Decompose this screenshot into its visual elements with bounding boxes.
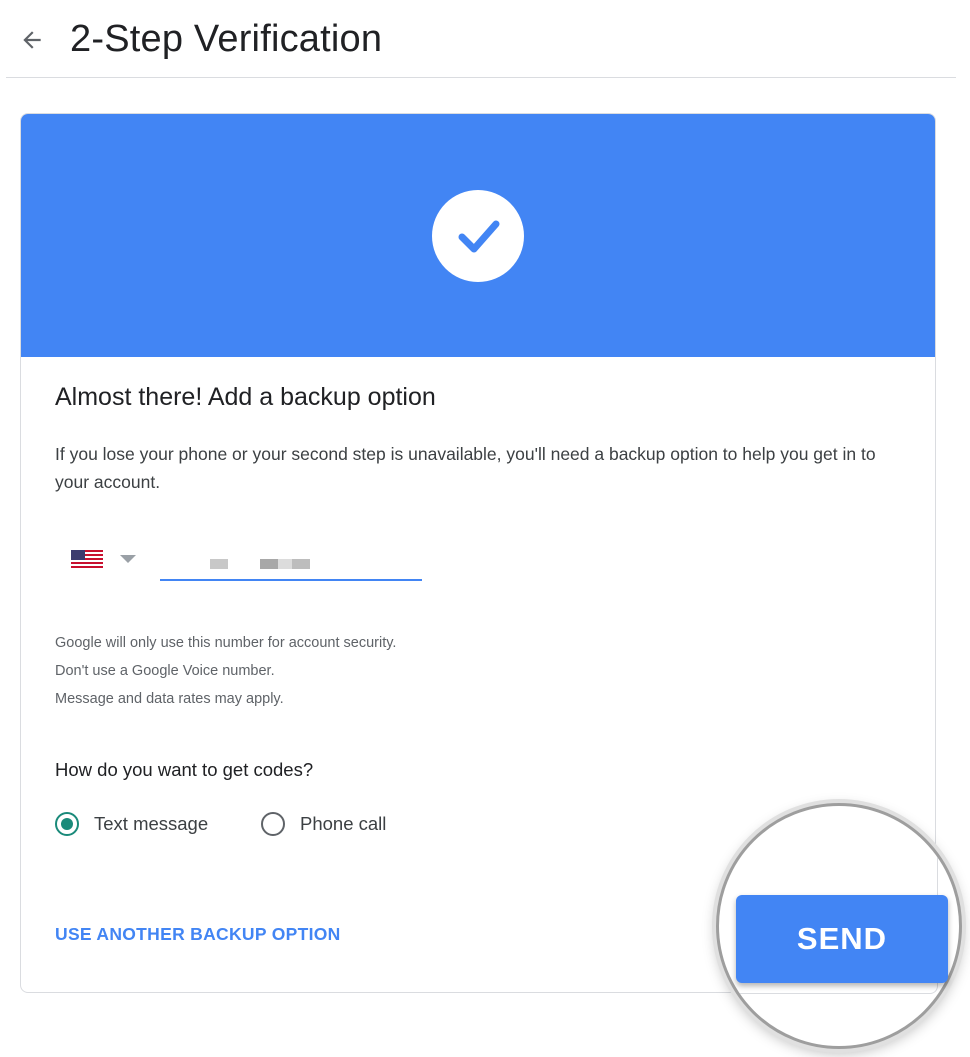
redacted-digits	[292, 559, 310, 569]
card-description: If you lose your phone or your second st…	[55, 444, 876, 492]
back-button[interactable]	[14, 22, 50, 58]
codes-question: How do you want to get codes?	[55, 759, 314, 780]
note-line: Message and data rates may apply.	[55, 691, 284, 707]
radio-unchecked-icon[interactable]	[261, 812, 285, 836]
radio-text-message[interactable]: Text message	[55, 808, 208, 840]
use-another-backup-option-link[interactable]: USE ANOTHER BACKUP OPTION	[55, 920, 341, 948]
phone-notes: Google will only use this number for acc…	[55, 629, 396, 713]
radio-label: Phone call	[300, 813, 387, 834]
radio-label: Text message	[94, 813, 209, 834]
radio-phone-call[interactable]: Phone call	[261, 808, 386, 840]
page-header: 2-Step Verification	[0, 0, 970, 78]
note-line: Google will only use this number for acc…	[55, 635, 397, 651]
redacted-digits	[278, 559, 292, 569]
send-button[interactable]: SEND	[736, 895, 948, 983]
note-line: Don't use a Google Voice number.	[55, 663, 275, 679]
page-title: 2-Step Verification	[70, 18, 383, 60]
header-divider	[6, 77, 956, 78]
phone-number-field[interactable]	[160, 539, 422, 581]
redacted-digits	[260, 559, 278, 569]
card-title: Almost there! Add a backup option	[55, 383, 436, 411]
page: 2-Step Verification Almost there! Add a …	[0, 0, 970, 1057]
us-flag-icon[interactable]	[71, 550, 103, 568]
caret-down-icon[interactable]	[120, 555, 136, 563]
arrow-left-icon	[23, 31, 41, 49]
radio-dot	[61, 818, 73, 830]
radio-checked-icon[interactable]	[55, 812, 79, 836]
check-circle-icon	[432, 190, 524, 282]
checkmark-icon	[458, 220, 500, 253]
redacted-digits	[210, 559, 228, 569]
success-banner	[21, 114, 935, 357]
